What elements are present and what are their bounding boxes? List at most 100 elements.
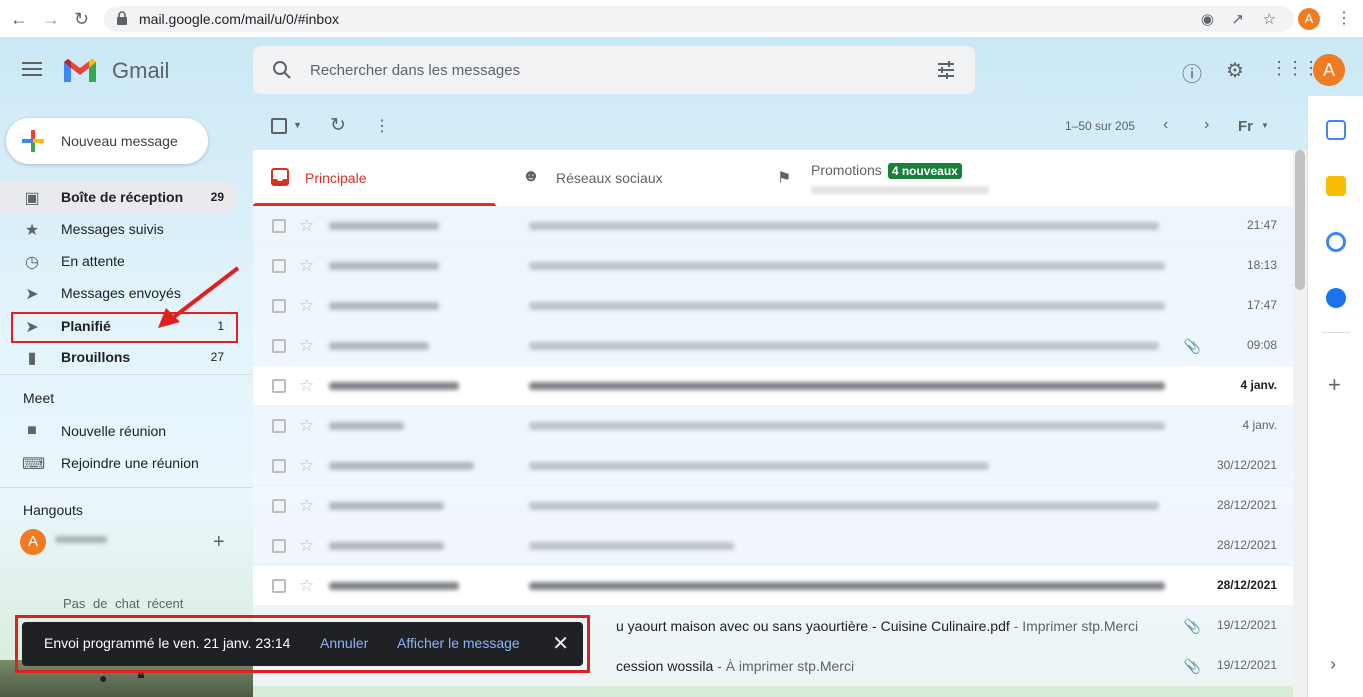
email-subject bbox=[529, 542, 734, 550]
settings-gear-icon[interactable]: ⚙ bbox=[1226, 58, 1244, 83]
row-checkbox[interactable] bbox=[272, 299, 286, 313]
main-menu-icon[interactable] bbox=[22, 62, 42, 78]
sidebar-item-join-meeting[interactable]: ⌨ Rejoindre une réunion bbox=[0, 447, 238, 479]
browser-menu-icon[interactable]: ⋮ bbox=[1336, 8, 1352, 30]
email-row[interactable]: ☆ 28/12/2021 bbox=[253, 526, 1293, 566]
search-input[interactable]: Rechercher dans les messages bbox=[310, 62, 520, 79]
search-bar[interactable]: Rechercher dans les messages bbox=[253, 46, 975, 94]
contacts-icon[interactable] bbox=[1326, 288, 1346, 308]
row-checkbox[interactable] bbox=[272, 259, 286, 273]
email-row[interactable]: ☆ 18:13 bbox=[253, 246, 1293, 286]
row-checkbox[interactable] bbox=[272, 579, 286, 593]
row-checkbox[interactable] bbox=[272, 419, 286, 433]
reload-icon[interactable]: ↻ bbox=[74, 8, 89, 30]
apps-grid-icon[interactable]: ⋮⋮⋮ bbox=[1270, 58, 1320, 79]
add-hangout-icon[interactable]: + bbox=[213, 531, 225, 554]
help-icon[interactable]: ⓘ bbox=[1182, 58, 1202, 87]
sidebar-item-inbox[interactable]: ▣ Boîte de réception 29 bbox=[0, 181, 238, 213]
star-toggle-icon[interactable]: ☆ bbox=[299, 496, 314, 516]
email-row[interactable]: ☆ 4 janv. bbox=[253, 366, 1293, 406]
calendar-icon[interactable] bbox=[1326, 120, 1346, 140]
next-page-icon[interactable]: › bbox=[1204, 116, 1209, 134]
row-checkbox[interactable] bbox=[272, 339, 286, 353]
clock-icon: ◷ bbox=[25, 254, 39, 271]
email-row[interactable]: ☆ 28/12/2021 bbox=[253, 566, 1293, 606]
bookmark-star-icon[interactable]: ☆ bbox=[1263, 10, 1276, 28]
tab-principale[interactable]: Principale bbox=[253, 150, 496, 206]
expand-panel-icon[interactable]: › bbox=[1330, 654, 1336, 675]
tasks-icon[interactable] bbox=[1326, 232, 1346, 252]
search-icon[interactable] bbox=[271, 59, 293, 81]
tab-social[interactable]: ☻ Réseaux sociaux bbox=[504, 150, 759, 206]
row-checkbox[interactable] bbox=[272, 379, 286, 393]
sender-name bbox=[329, 422, 404, 430]
sidebar-item-drafts[interactable]: ▮ Brouillons 27 bbox=[0, 341, 238, 373]
view-message-button[interactable]: Afficher le message bbox=[397, 635, 520, 651]
new-count-badge: 4 nouveaux bbox=[887, 163, 962, 179]
tab-label: Promotions bbox=[811, 162, 882, 178]
email-date: 18:13 bbox=[1246, 258, 1277, 272]
star-toggle-icon[interactable]: ☆ bbox=[299, 416, 314, 436]
sidebar-item-starred[interactable]: ★ Messages suivis bbox=[0, 213, 238, 245]
star-toggle-icon[interactable]: ☆ bbox=[299, 296, 314, 316]
tab-promotions[interactable]: ⚑ Promotions 4 nouveaux bbox=[759, 150, 1059, 206]
input-tools-dropdown-icon[interactable]: ▼ bbox=[1261, 121, 1269, 130]
star-toggle-icon[interactable]: ☆ bbox=[299, 376, 314, 396]
pagination-text: 1–50 sur 205 bbox=[1065, 119, 1136, 133]
scrollbar-thumb[interactable] bbox=[1295, 150, 1305, 290]
gmail-logo-icon bbox=[64, 59, 96, 82]
sidebar-item-label: Brouillons bbox=[61, 349, 131, 365]
hangouts-section-title: Hangouts bbox=[23, 502, 83, 518]
email-row[interactable]: ☆ 4 janv. bbox=[253, 406, 1293, 446]
back-icon[interactable]: ← bbox=[10, 8, 28, 30]
account-avatar[interactable]: A bbox=[1313, 54, 1345, 86]
eye-icon[interactable]: ◉ bbox=[1201, 10, 1214, 28]
browser-profile-avatar[interactable]: A bbox=[1298, 8, 1320, 30]
email-subject bbox=[529, 302, 1165, 310]
prev-page-icon[interactable]: ‹ bbox=[1163, 116, 1168, 134]
address-bar[interactable]: mail.google.com/mail/u/0/#inbox ◉ ↗ ☆ bbox=[104, 6, 1294, 32]
star-toggle-icon[interactable]: ☆ bbox=[299, 456, 314, 476]
sidebar-item-new-meeting[interactable]: ■ Nouvelle réunion bbox=[0, 415, 238, 447]
star-toggle-icon[interactable]: ☆ bbox=[299, 336, 314, 356]
select-all-checkbox[interactable] bbox=[271, 118, 287, 134]
email-row[interactable]: ☆ 21:47 bbox=[253, 206, 1293, 246]
email-row[interactable]: ☆ 17:47 bbox=[253, 286, 1293, 326]
search-options-icon[interactable] bbox=[935, 59, 957, 81]
gmail-brand: Gmail bbox=[112, 58, 170, 83]
forward-icon[interactable]: → bbox=[42, 8, 60, 30]
attachment-icon: 📎 bbox=[1183, 618, 1201, 634]
email-list: ☆ 21:47 ☆ 18:13 ☆ 17:47 ☆ 📎 09:08 ☆ 4 janv. ☆ 4… bbox=[253, 206, 1293, 686]
email-row[interactable]: ☆ 28/12/2021 bbox=[253, 486, 1293, 526]
star-toggle-icon[interactable]: ☆ bbox=[299, 536, 314, 556]
keep-icon[interactable] bbox=[1326, 176, 1346, 196]
star-toggle-icon[interactable]: ☆ bbox=[299, 256, 314, 276]
hangouts-user-avatar[interactable]: A bbox=[20, 529, 46, 555]
email-subject bbox=[529, 222, 1159, 230]
close-icon[interactable]: ✕ bbox=[552, 631, 569, 656]
sidebar-item-label: Boîte de réception bbox=[61, 189, 184, 205]
row-checkbox[interactable] bbox=[272, 219, 286, 233]
more-options-icon[interactable]: ⋮ bbox=[374, 116, 390, 136]
no-recent-chat-text: Pas de chat récent bbox=[63, 596, 184, 611]
promotions-senders-preview bbox=[811, 186, 989, 194]
add-addon-icon[interactable]: + bbox=[1328, 372, 1341, 398]
email-subject bbox=[529, 422, 1165, 430]
refresh-icon[interactable]: ↻ bbox=[330, 114, 346, 137]
compose-button[interactable]: Nouveau message bbox=[6, 118, 208, 164]
undo-button[interactable]: Annuler bbox=[320, 635, 368, 651]
select-dropdown-icon[interactable]: ▼ bbox=[293, 120, 302, 130]
email-row[interactable]: ☆ 📎 09:08 bbox=[253, 326, 1293, 366]
star-toggle-icon[interactable]: ☆ bbox=[299, 216, 314, 236]
input-tools-button[interactable]: Fr bbox=[1238, 118, 1253, 135]
lock-icon bbox=[117, 11, 127, 25]
row-checkbox[interactable] bbox=[272, 459, 286, 473]
email-row[interactable]: ☆ 30/12/2021 bbox=[253, 446, 1293, 486]
list-scrollbar[interactable] bbox=[1293, 150, 1307, 697]
star-toggle-icon[interactable]: ☆ bbox=[299, 576, 314, 596]
share-icon[interactable]: ↗ bbox=[1231, 10, 1244, 28]
sidebar-item-label: En attente bbox=[61, 253, 125, 269]
row-checkbox[interactable] bbox=[272, 499, 286, 513]
row-checkbox[interactable] bbox=[272, 539, 286, 553]
sender-name bbox=[329, 462, 474, 470]
